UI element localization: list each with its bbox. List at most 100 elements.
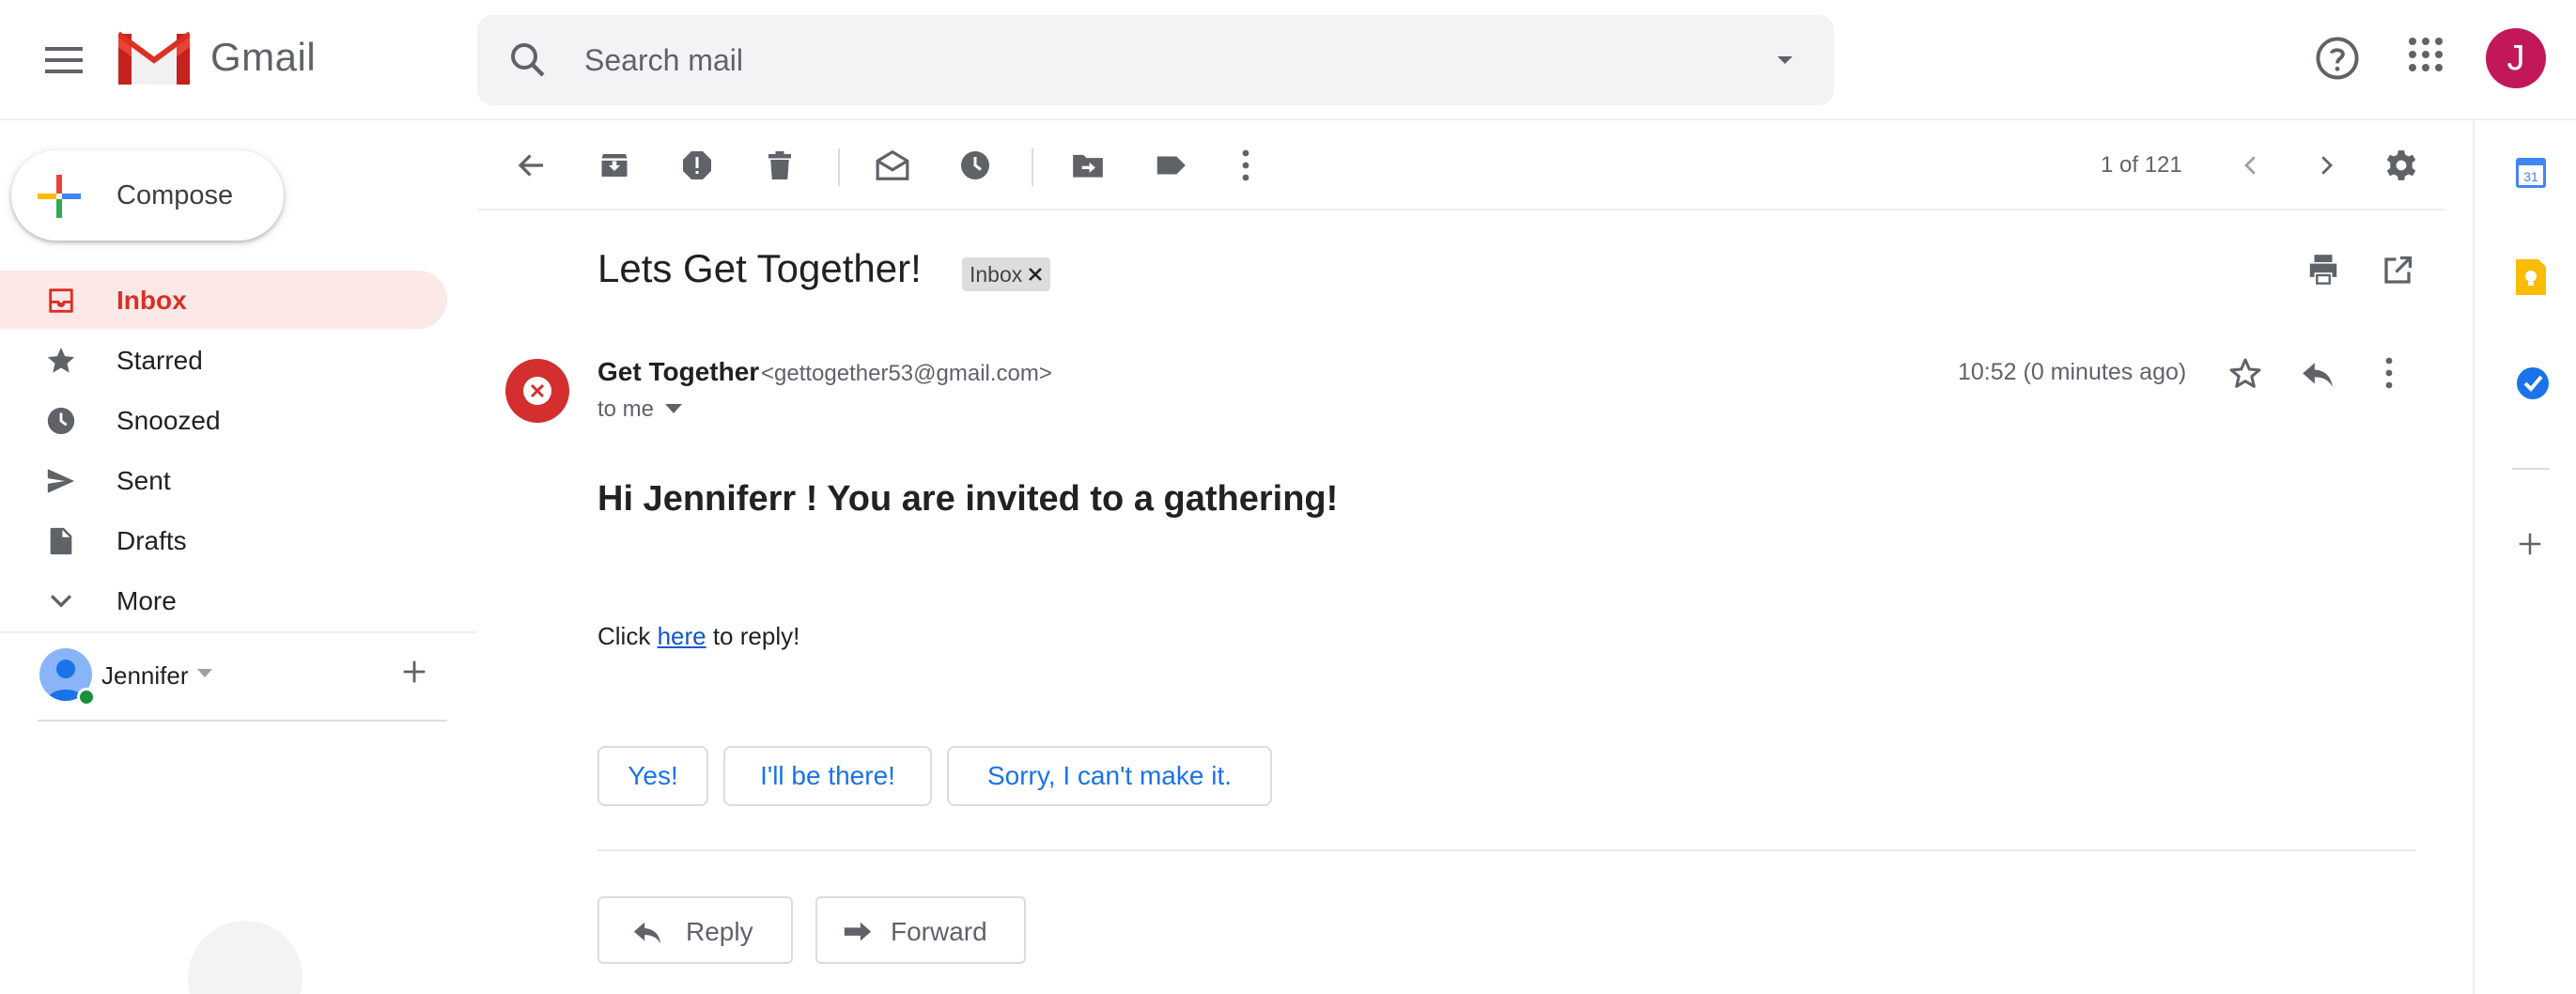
click-suffix: to reply! (706, 622, 800, 650)
forward-button[interactable]: Forward (815, 896, 1026, 964)
print-button[interactable] (2305, 252, 2341, 287)
labels-button[interactable] (1148, 143, 1193, 188)
hangouts-divider (38, 720, 447, 722)
sidebar-item-label: More (116, 586, 177, 615)
sidebar-item-starred[interactable]: Starred (0, 331, 447, 389)
open-in-new-icon (2384, 256, 2413, 284)
keep-icon[interactable] (2516, 259, 2546, 295)
sidebar-item-label: Snoozed (116, 406, 221, 435)
reply-button[interactable]: Reply (597, 896, 793, 964)
search-icon[interactable] (505, 38, 551, 83)
star-button[interactable] (2227, 355, 2264, 393)
message-body-line: Click here to reply! (597, 622, 799, 651)
sidebar-item-label: Drafts (116, 526, 187, 555)
add-icon[interactable] (398, 656, 430, 688)
forward-label: Forward (891, 917, 987, 946)
chevron-right-icon (2321, 156, 2333, 175)
reply-icon (633, 922, 661, 944)
smart-reply-cant-make-it[interactable]: Sorry, I can't make it. (947, 746, 1272, 806)
more-vert-icon (1242, 149, 1249, 181)
sidebar-divider (0, 631, 477, 633)
message-more-button[interactable] (2384, 357, 2394, 389)
report-spam-icon (683, 151, 711, 179)
print-icon (2309, 255, 2337, 285)
archive-button[interactable] (592, 143, 637, 188)
reply-icon (2303, 363, 2333, 387)
google-apps-button[interactable] (2407, 36, 2444, 73)
settings-button[interactable] (2379, 143, 2424, 188)
online-status-dot (77, 688, 96, 707)
smart-reply-yes[interactable]: Yes! (597, 746, 708, 806)
search-options-icon[interactable] (1774, 49, 1796, 71)
move-to-folder-icon (1073, 154, 1103, 178)
sidebar-item-label: Sent (116, 466, 171, 495)
compose-button[interactable]: Compose (11, 150, 284, 241)
hangouts-user[interactable]: Jennifer (38, 646, 447, 722)
show-details-icon[interactable] (665, 404, 682, 415)
sidebar-item-inbox[interactable]: Inbox (0, 271, 447, 329)
side-panel: 31 (2473, 120, 2576, 994)
move-to-button[interactable] (1065, 143, 1110, 188)
more-vert-icon (2385, 357, 2393, 389)
chevron-left-icon (2244, 156, 2256, 175)
message-subject: Lets Get Together! (597, 246, 922, 290)
message-toolbar: 1 of 121 (477, 122, 2444, 210)
inbox-icon (49, 288, 73, 313)
sender-name[interactable]: Get Together (597, 357, 759, 387)
chevron-down-icon (50, 595, 72, 608)
sender-avatar[interactable] (505, 359, 569, 423)
calendar-icon[interactable]: 31 (2516, 156, 2546, 188)
sidebar-item-label: Starred (116, 346, 203, 375)
click-prefix: Click (597, 622, 658, 650)
gmail-m-icon (118, 31, 190, 85)
hangouts-user-name: Jennifer (101, 661, 189, 690)
message-position: 1 of 121 (2101, 152, 2182, 178)
toolbar-separator (1032, 148, 1033, 186)
sidebar-item-drafts[interactable]: Drafts (0, 511, 447, 569)
star-outline-icon (2229, 358, 2261, 388)
tasks-icon[interactable] (2516, 366, 2550, 400)
sidebar-item-more[interactable]: More (0, 571, 447, 629)
gear-icon (2386, 150, 2416, 180)
sidebar-item-sent[interactable]: Sent (0, 451, 447, 509)
older-button[interactable] (2304, 143, 2349, 188)
apps-grid-icon (2409, 38, 2443, 71)
help-button[interactable] (2313, 34, 2362, 83)
search-bar[interactable]: Search mail (477, 15, 1834, 105)
close-icon[interactable] (1028, 267, 1043, 282)
help-icon (2316, 37, 2359, 80)
open-new-window-button[interactable] (2381, 254, 2414, 287)
snooze-button[interactable] (953, 143, 998, 188)
forward-icon (844, 922, 872, 941)
content-divider (597, 849, 2416, 851)
mark-unread-button[interactable] (870, 143, 915, 188)
side-panel-divider (2512, 468, 2550, 470)
hamburger-icon (45, 47, 83, 73)
reply-icon-button[interactable] (2300, 357, 2335, 393)
add-addon-icon[interactable] (2516, 530, 2544, 558)
sender-email: <gettogether53@gmail.com> (761, 361, 1052, 386)
sidebar-item-snoozed[interactable]: Snoozed (0, 391, 447, 449)
back-button[interactable] (509, 143, 554, 188)
caret-down-icon[interactable] (197, 669, 212, 678)
toolbar-separator (838, 148, 840, 186)
sidebar-item-label: Inbox (116, 286, 187, 315)
newer-button[interactable] (2228, 143, 2273, 188)
reply-link[interactable]: here (658, 622, 706, 650)
more-actions-button[interactable] (1223, 143, 1268, 188)
report-spam-button[interactable] (675, 143, 720, 188)
inbox-label-chip[interactable]: Inbox (962, 257, 1051, 291)
clock-icon (961, 151, 989, 179)
delete-button[interactable] (757, 143, 802, 188)
hangouts-quote-icon (188, 921, 303, 994)
search-input[interactable]: Search mail (584, 43, 743, 78)
mark-unread-icon (876, 149, 909, 180)
gmail-logo[interactable]: Gmail (118, 30, 316, 85)
compose-plus-icon (38, 175, 81, 218)
account-avatar[interactable]: J (2486, 28, 2546, 88)
recipient-text: to me (597, 396, 655, 422)
main-menu-button[interactable] (32, 28, 96, 92)
app-name: Gmail (210, 35, 317, 79)
smart-reply-be-there[interactable]: I'll be there! (723, 746, 932, 806)
message-timestamp: 10:52 (0 minutes ago) (1958, 359, 2187, 385)
